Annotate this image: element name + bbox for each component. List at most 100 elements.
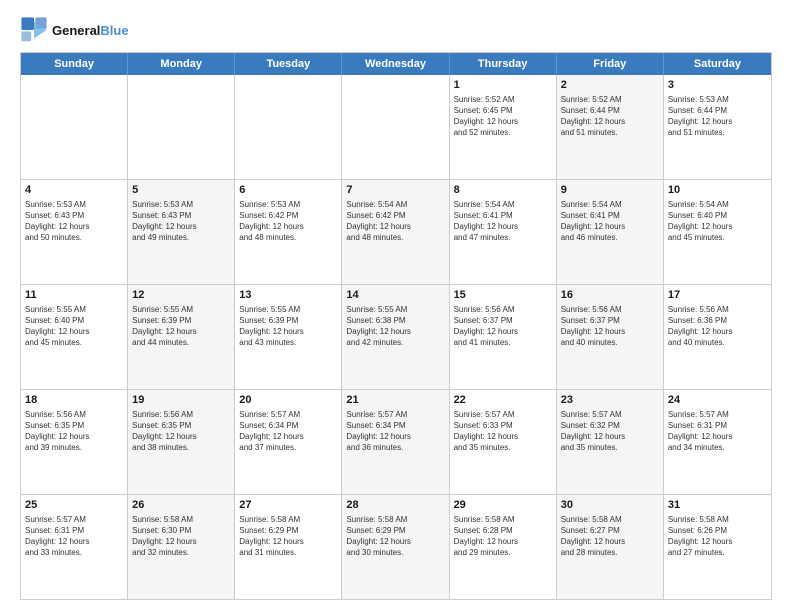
day-info: Sunrise: 5:54 AM Sunset: 6:42 PM Dayligh… bbox=[346, 199, 444, 244]
day-cell-16: 16Sunrise: 5:56 AM Sunset: 6:37 PM Dayli… bbox=[557, 285, 664, 389]
day-cell-8: 8Sunrise: 5:54 AM Sunset: 6:41 PM Daylig… bbox=[450, 180, 557, 284]
day-info: Sunrise: 5:57 AM Sunset: 6:32 PM Dayligh… bbox=[561, 409, 659, 454]
day-cell-26: 26Sunrise: 5:58 AM Sunset: 6:30 PM Dayli… bbox=[128, 495, 235, 599]
logo: GeneralBlue bbox=[20, 16, 129, 44]
day-info: Sunrise: 5:56 AM Sunset: 6:37 PM Dayligh… bbox=[561, 304, 659, 349]
day-cell-29: 29Sunrise: 5:58 AM Sunset: 6:28 PM Dayli… bbox=[450, 495, 557, 599]
day-info: Sunrise: 5:54 AM Sunset: 6:41 PM Dayligh… bbox=[561, 199, 659, 244]
day-cell-14: 14Sunrise: 5:55 AM Sunset: 6:38 PM Dayli… bbox=[342, 285, 449, 389]
calendar-body: 1Sunrise: 5:52 AM Sunset: 6:45 PM Daylig… bbox=[21, 75, 771, 599]
day-number: 15 bbox=[454, 288, 552, 303]
day-info: Sunrise: 5:57 AM Sunset: 6:31 PM Dayligh… bbox=[25, 514, 123, 559]
day-cell-20: 20Sunrise: 5:57 AM Sunset: 6:34 PM Dayli… bbox=[235, 390, 342, 494]
day-number: 21 bbox=[346, 393, 444, 408]
day-info: Sunrise: 5:56 AM Sunset: 6:36 PM Dayligh… bbox=[668, 304, 767, 349]
day-number: 6 bbox=[239, 183, 337, 198]
day-number: 22 bbox=[454, 393, 552, 408]
day-number: 27 bbox=[239, 498, 337, 513]
day-info: Sunrise: 5:57 AM Sunset: 6:34 PM Dayligh… bbox=[346, 409, 444, 454]
day-cell-22: 22Sunrise: 5:57 AM Sunset: 6:33 PM Dayli… bbox=[450, 390, 557, 494]
day-info: Sunrise: 5:57 AM Sunset: 6:34 PM Dayligh… bbox=[239, 409, 337, 454]
calendar-row-0: 1Sunrise: 5:52 AM Sunset: 6:45 PM Daylig… bbox=[21, 75, 771, 179]
empty-cell-0-3 bbox=[342, 75, 449, 179]
day-info: Sunrise: 5:54 AM Sunset: 6:41 PM Dayligh… bbox=[454, 199, 552, 244]
day-info: Sunrise: 5:58 AM Sunset: 6:30 PM Dayligh… bbox=[132, 514, 230, 559]
day-info: Sunrise: 5:57 AM Sunset: 6:31 PM Dayligh… bbox=[668, 409, 767, 454]
day-info: Sunrise: 5:58 AM Sunset: 6:28 PM Dayligh… bbox=[454, 514, 552, 559]
day-info: Sunrise: 5:52 AM Sunset: 6:44 PM Dayligh… bbox=[561, 94, 659, 139]
day-cell-4: 4Sunrise: 5:53 AM Sunset: 6:43 PM Daylig… bbox=[21, 180, 128, 284]
day-cell-28: 28Sunrise: 5:58 AM Sunset: 6:29 PM Dayli… bbox=[342, 495, 449, 599]
day-info: Sunrise: 5:54 AM Sunset: 6:40 PM Dayligh… bbox=[668, 199, 767, 244]
day-number: 5 bbox=[132, 183, 230, 198]
day-number: 3 bbox=[668, 78, 767, 93]
day-number: 4 bbox=[25, 183, 123, 198]
day-info: Sunrise: 5:53 AM Sunset: 6:43 PM Dayligh… bbox=[25, 199, 123, 244]
day-number: 9 bbox=[561, 183, 659, 198]
day-number: 26 bbox=[132, 498, 230, 513]
header-day-saturday: Saturday bbox=[664, 53, 771, 75]
day-number: 30 bbox=[561, 498, 659, 513]
day-cell-19: 19Sunrise: 5:56 AM Sunset: 6:35 PM Dayli… bbox=[128, 390, 235, 494]
day-number: 20 bbox=[239, 393, 337, 408]
header: GeneralBlue bbox=[20, 16, 772, 44]
day-cell-13: 13Sunrise: 5:55 AM Sunset: 6:39 PM Dayli… bbox=[235, 285, 342, 389]
day-cell-21: 21Sunrise: 5:57 AM Sunset: 6:34 PM Dayli… bbox=[342, 390, 449, 494]
day-cell-7: 7Sunrise: 5:54 AM Sunset: 6:42 PM Daylig… bbox=[342, 180, 449, 284]
header-day-thursday: Thursday bbox=[450, 53, 557, 75]
day-number: 19 bbox=[132, 393, 230, 408]
empty-cell-0-0 bbox=[21, 75, 128, 179]
day-number: 18 bbox=[25, 393, 123, 408]
day-info: Sunrise: 5:53 AM Sunset: 6:43 PM Dayligh… bbox=[132, 199, 230, 244]
day-info: Sunrise: 5:53 AM Sunset: 6:42 PM Dayligh… bbox=[239, 199, 337, 244]
day-number: 17 bbox=[668, 288, 767, 303]
day-info: Sunrise: 5:56 AM Sunset: 6:35 PM Dayligh… bbox=[25, 409, 123, 454]
header-day-tuesday: Tuesday bbox=[235, 53, 342, 75]
day-cell-17: 17Sunrise: 5:56 AM Sunset: 6:36 PM Dayli… bbox=[664, 285, 771, 389]
day-info: Sunrise: 5:55 AM Sunset: 6:39 PM Dayligh… bbox=[239, 304, 337, 349]
day-cell-23: 23Sunrise: 5:57 AM Sunset: 6:32 PM Dayli… bbox=[557, 390, 664, 494]
empty-cell-0-2 bbox=[235, 75, 342, 179]
day-cell-10: 10Sunrise: 5:54 AM Sunset: 6:40 PM Dayli… bbox=[664, 180, 771, 284]
day-info: Sunrise: 5:56 AM Sunset: 6:35 PM Dayligh… bbox=[132, 409, 230, 454]
calendar: SundayMondayTuesdayWednesdayThursdayFrid… bbox=[20, 52, 772, 600]
day-number: 31 bbox=[668, 498, 767, 513]
day-cell-31: 31Sunrise: 5:58 AM Sunset: 6:26 PM Dayli… bbox=[664, 495, 771, 599]
calendar-row-4: 25Sunrise: 5:57 AM Sunset: 6:31 PM Dayli… bbox=[21, 494, 771, 599]
day-number: 11 bbox=[25, 288, 123, 303]
header-day-wednesday: Wednesday bbox=[342, 53, 449, 75]
day-cell-24: 24Sunrise: 5:57 AM Sunset: 6:31 PM Dayli… bbox=[664, 390, 771, 494]
day-info: Sunrise: 5:56 AM Sunset: 6:37 PM Dayligh… bbox=[454, 304, 552, 349]
day-number: 14 bbox=[346, 288, 444, 303]
day-info: Sunrise: 5:55 AM Sunset: 6:38 PM Dayligh… bbox=[346, 304, 444, 349]
day-number: 12 bbox=[132, 288, 230, 303]
logo-text: GeneralBlue bbox=[52, 23, 129, 38]
day-number: 13 bbox=[239, 288, 337, 303]
day-number: 16 bbox=[561, 288, 659, 303]
day-info: Sunrise: 5:52 AM Sunset: 6:45 PM Dayligh… bbox=[454, 94, 552, 139]
calendar-row-3: 18Sunrise: 5:56 AM Sunset: 6:35 PM Dayli… bbox=[21, 389, 771, 494]
day-cell-18: 18Sunrise: 5:56 AM Sunset: 6:35 PM Dayli… bbox=[21, 390, 128, 494]
day-info: Sunrise: 5:53 AM Sunset: 6:44 PM Dayligh… bbox=[668, 94, 767, 139]
day-cell-5: 5Sunrise: 5:53 AM Sunset: 6:43 PM Daylig… bbox=[128, 180, 235, 284]
day-cell-30: 30Sunrise: 5:58 AM Sunset: 6:27 PM Dayli… bbox=[557, 495, 664, 599]
day-cell-15: 15Sunrise: 5:56 AM Sunset: 6:37 PM Dayli… bbox=[450, 285, 557, 389]
day-number: 23 bbox=[561, 393, 659, 408]
header-day-friday: Friday bbox=[557, 53, 664, 75]
day-number: 25 bbox=[25, 498, 123, 513]
day-info: Sunrise: 5:58 AM Sunset: 6:26 PM Dayligh… bbox=[668, 514, 767, 559]
day-number: 8 bbox=[454, 183, 552, 198]
day-info: Sunrise: 5:57 AM Sunset: 6:33 PM Dayligh… bbox=[454, 409, 552, 454]
header-day-monday: Monday bbox=[128, 53, 235, 75]
day-info: Sunrise: 5:58 AM Sunset: 6:29 PM Dayligh… bbox=[346, 514, 444, 559]
day-cell-9: 9Sunrise: 5:54 AM Sunset: 6:41 PM Daylig… bbox=[557, 180, 664, 284]
day-cell-25: 25Sunrise: 5:57 AM Sunset: 6:31 PM Dayli… bbox=[21, 495, 128, 599]
page: GeneralBlue SundayMondayTuesdayWednesday… bbox=[0, 0, 792, 612]
logo-icon bbox=[20, 16, 48, 44]
day-cell-6: 6Sunrise: 5:53 AM Sunset: 6:42 PM Daylig… bbox=[235, 180, 342, 284]
day-cell-11: 11Sunrise: 5:55 AM Sunset: 6:40 PM Dayli… bbox=[21, 285, 128, 389]
day-info: Sunrise: 5:55 AM Sunset: 6:39 PM Dayligh… bbox=[132, 304, 230, 349]
day-info: Sunrise: 5:55 AM Sunset: 6:40 PM Dayligh… bbox=[25, 304, 123, 349]
day-cell-27: 27Sunrise: 5:58 AM Sunset: 6:29 PM Dayli… bbox=[235, 495, 342, 599]
day-info: Sunrise: 5:58 AM Sunset: 6:29 PM Dayligh… bbox=[239, 514, 337, 559]
